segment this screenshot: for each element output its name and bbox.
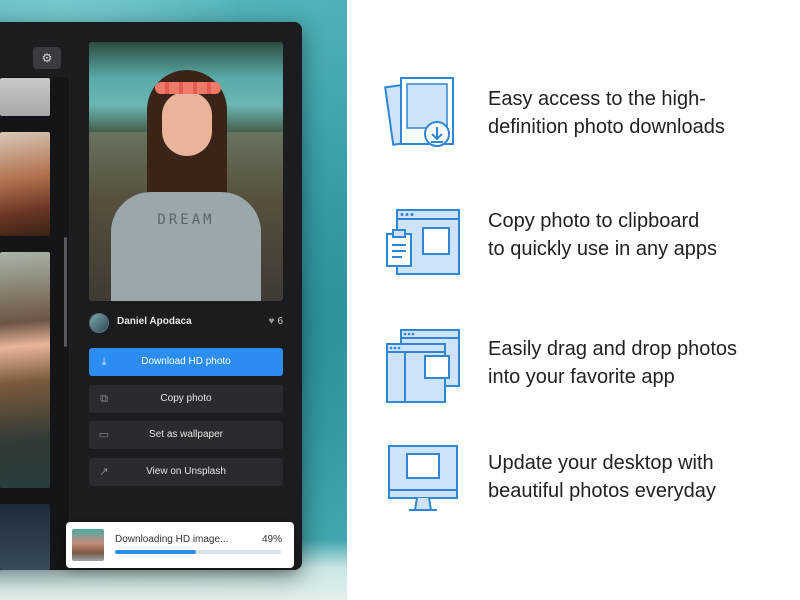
gear-icon: ⚙ xyxy=(41,51,53,65)
feature-item-clipboard: Copy photo to clipboard to quickly use i… xyxy=(383,198,783,278)
drag-drop-windows-icon xyxy=(386,329,460,403)
feature-text: Easily drag and drop photos into your fa… xyxy=(488,335,778,391)
photo-author-row: Daniel Apodaca ♥ 6 xyxy=(89,312,283,334)
feature-line: definition photo downloads xyxy=(488,116,725,138)
photo-detail-panel: DREAM Daniel Apodaca ♥ 6 ⤓ Download HD ph… xyxy=(70,22,302,570)
gallery-thumbnail[interactable] xyxy=(0,132,50,236)
author-name[interactable]: Daniel Apodaca xyxy=(117,316,192,327)
selected-photo: DREAM xyxy=(89,42,283,301)
shirt-print-text: DREAM xyxy=(157,212,215,228)
likes-count[interactable]: ♥ 6 xyxy=(269,316,284,327)
feature-line: Update your desktop with xyxy=(488,452,714,474)
feature-text: Update your desktop with beautiful photo… xyxy=(488,449,778,505)
feature-item-drag-drop: Easily drag and drop photos into your fa… xyxy=(383,326,783,406)
download-percent: 49% xyxy=(261,534,282,545)
external-link-icon: ↗ xyxy=(99,466,109,478)
download-progress-bar xyxy=(115,550,281,554)
photo-gallery: ◫ ⚙ xyxy=(0,22,70,570)
settings-button[interactable]: ⚙ xyxy=(33,47,61,69)
download-status-text: Downloading HD image... xyxy=(115,534,229,545)
feature-text: Easy access to the high- definition phot… xyxy=(488,85,778,141)
copy-icon: ⧉ xyxy=(100,393,108,405)
heart-icon: ♥ xyxy=(268,316,275,327)
app-window: ◫ ⚙ DREAM Daniel Apodaca ♥6 xyxy=(0,22,302,570)
download-icon: ⤓ xyxy=(101,356,107,368)
copy-photo-label: Copy photo xyxy=(160,393,212,404)
avatar[interactable] xyxy=(89,313,109,333)
gallery-thumbnail[interactable] xyxy=(0,504,50,570)
download-progress-toast: Downloading HD image... 49% xyxy=(66,522,294,568)
desktop-monitor-icon xyxy=(388,445,458,511)
download-progress-fill xyxy=(115,550,197,554)
feature-item-downloads: Easy access to the high- definition phot… xyxy=(383,76,783,156)
gallery-thumbnail[interactable] xyxy=(0,78,50,116)
download-hd-label: Download HD photo xyxy=(141,356,231,367)
feature-line: Copy photo to clipboard xyxy=(488,210,700,232)
feature-item-desktop: Update your desktop with beautiful photo… xyxy=(383,440,783,520)
download-thumbnail xyxy=(72,529,104,561)
set-wallpaper-button[interactable]: ▭ Set as wallpaper xyxy=(89,421,283,449)
view-on-unsplash-button[interactable]: ↗ View on Unsplash xyxy=(89,458,283,486)
gallery-toolbar: ◫ ⚙ xyxy=(0,22,70,77)
gallery-thumbnail[interactable] xyxy=(0,252,50,488)
photo-download-icon xyxy=(384,77,454,147)
feature-line: Easily drag and drop photos xyxy=(488,338,738,360)
set-wallpaper-label: Set as wallpaper xyxy=(149,429,223,440)
feature-line: into your favorite app xyxy=(488,366,675,388)
feature-line: beautiful photos everyday xyxy=(488,480,716,502)
download-hd-button[interactable]: ⤓ Download HD photo xyxy=(89,348,283,376)
view-on-unsplash-label: View on Unsplash xyxy=(146,466,226,477)
likes-value: 6 xyxy=(277,316,283,327)
gallery-scrollbar[interactable] xyxy=(64,237,67,347)
feature-line: Easy access to the high- xyxy=(488,88,706,110)
feature-line: to quickly use in any apps xyxy=(488,238,718,260)
copy-photo-button[interactable]: ⧉ Copy photo xyxy=(89,385,283,413)
feature-text: Copy photo to clipboard to quickly use i… xyxy=(488,207,778,263)
monitor-icon: ▭ xyxy=(98,429,110,441)
clipboard-window-icon xyxy=(386,209,460,275)
